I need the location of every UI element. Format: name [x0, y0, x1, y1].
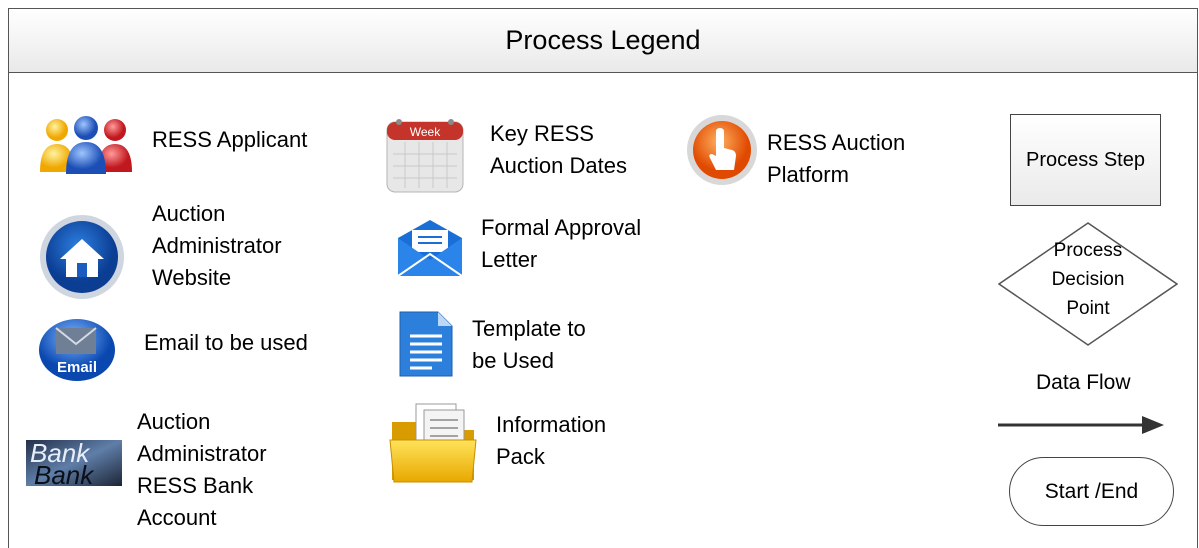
people-icon [40, 116, 132, 174]
pack-label: Information Pack [496, 412, 607, 469]
folder-icon [389, 403, 477, 483]
legend-header: Process Legend [9, 9, 1197, 73]
website-label: Auction Administrator Website [152, 201, 282, 290]
bank-icon: Bank Bank [26, 440, 122, 486]
platform-label: RESS Auction Platform [767, 130, 906, 187]
approval-label: Formal Approval Letter [481, 215, 642, 272]
svg-text:Week: Week [410, 125, 441, 139]
template-label: Template to be Used [472, 316, 586, 373]
touch-button-icon [687, 115, 757, 185]
process-step-shape: Process Step [1010, 114, 1161, 206]
email-label: Email to be used [144, 330, 308, 355]
bank-label: Auction Administrator RESS Bank Account [137, 409, 267, 530]
dates-label: Key RESS Auction Dates [490, 121, 627, 178]
legend-title: Process Legend [505, 25, 701, 55]
applicant-label: RESS Applicant [152, 127, 308, 152]
envelope-icon [398, 220, 462, 276]
document-icon [399, 311, 453, 377]
data-flow-label: Data Flow [1036, 371, 1131, 394]
calendar-icon: Week [386, 119, 464, 193]
data-flow-arrow [998, 416, 1164, 434]
email-icon: Email [39, 319, 115, 381]
svg-text:Email: Email [57, 359, 97, 376]
start-end-shape: Start /End [1009, 457, 1174, 526]
svg-text:Bank: Bank [34, 460, 95, 486]
decision-label: Process Decision Point [1051, 240, 1125, 319]
start-end-label: Start /End [1044, 479, 1139, 503]
process-step-label: Process Step [1026, 148, 1145, 171]
home-icon [40, 215, 124, 299]
